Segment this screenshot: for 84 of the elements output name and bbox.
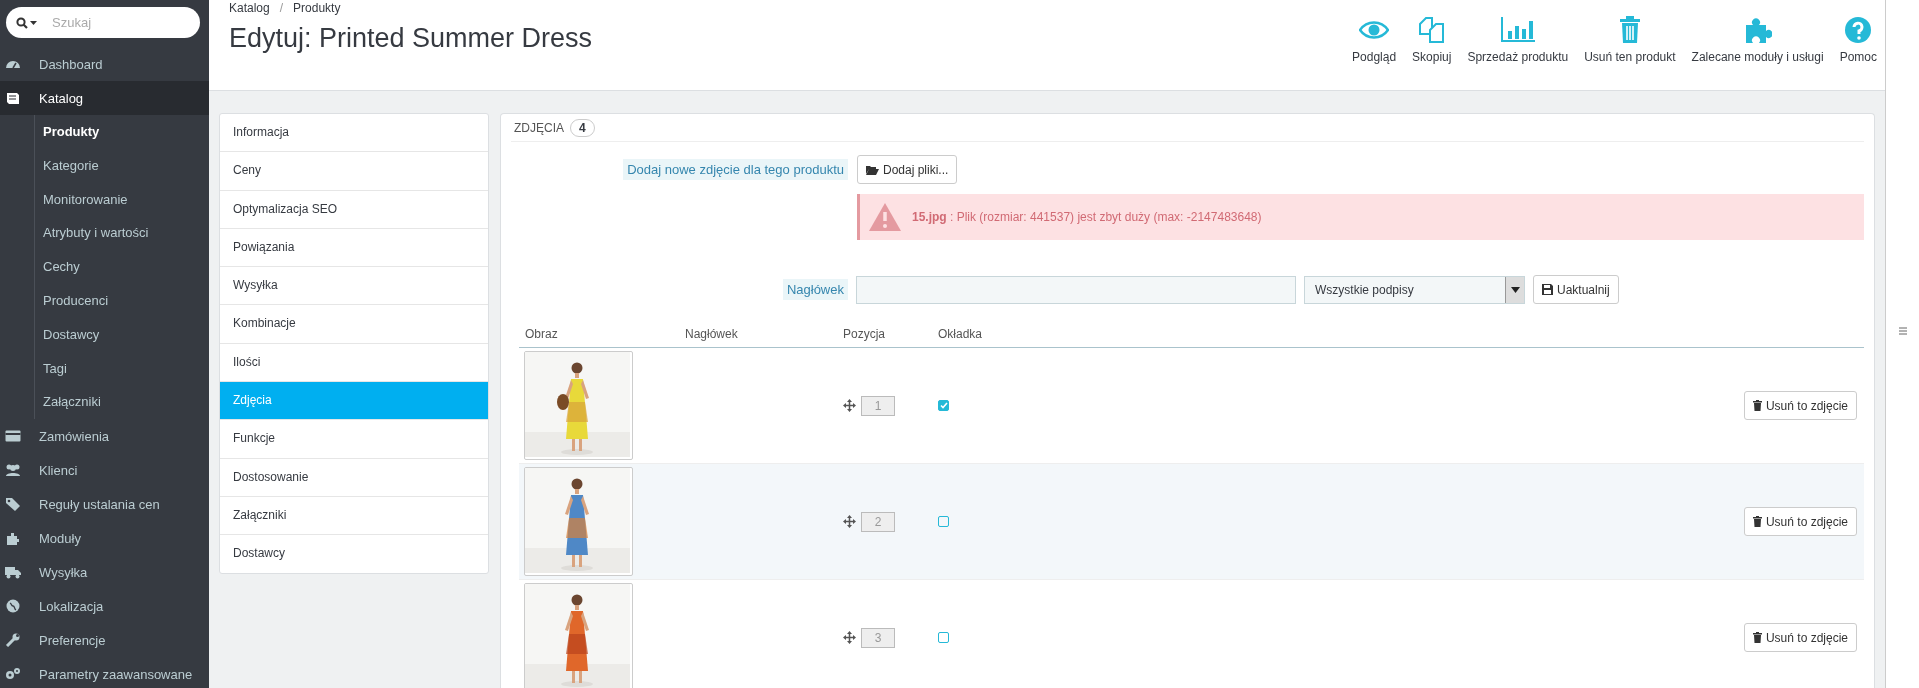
sidebar-subitem[interactable]: Producenci bbox=[35, 284, 209, 318]
tab[interactable]: Dostawcy bbox=[220, 535, 488, 573]
error-message: 15.jpg : Plik (rozmiar: 441537) jest zbyt duży (max: -2147483648) bbox=[912, 210, 1262, 224]
puzzle-icon bbox=[5, 531, 21, 546]
toolbar-button[interactable]: Skopiuj bbox=[1412, 16, 1452, 64]
sidebar-item[interactable]: Dashboard bbox=[0, 47, 209, 81]
sidebar-item[interactable]: Lokalizacja bbox=[0, 589, 209, 624]
trash-icon bbox=[1752, 400, 1762, 411]
tab[interactable]: Ceny bbox=[220, 152, 488, 191]
column-header: Obraz bbox=[524, 327, 559, 341]
search-icon[interactable] bbox=[16, 17, 38, 29]
users-icon bbox=[5, 463, 21, 478]
sidebar-subitem[interactable]: Monitorowanie bbox=[35, 182, 209, 217]
cover-checkbox[interactable] bbox=[938, 516, 949, 527]
tab[interactable]: Kombinacje bbox=[220, 305, 488, 344]
cover-checkbox[interactable] bbox=[938, 400, 949, 411]
caption-field[interactable] bbox=[856, 275, 1296, 304]
sidebar-item[interactable]: Preferencje bbox=[0, 623, 209, 658]
page-title: Edytuj: Printed Summer Dress bbox=[229, 23, 593, 54]
delete-image-button[interactable]: Usuń to zdjęcie bbox=[1743, 507, 1857, 536]
gears-icon bbox=[5, 667, 21, 682]
bar-chart-icon bbox=[1500, 16, 1535, 44]
tab[interactable]: Optymalizacja SEO bbox=[220, 190, 488, 229]
cover-checkbox[interactable] bbox=[938, 632, 949, 643]
tag-icon bbox=[5, 497, 21, 512]
upload-label: Dodaj nowe zdjęcie dla tego produktu bbox=[623, 159, 848, 180]
truck-icon bbox=[5, 565, 21, 580]
caption-select[interactable]: Wszystkie podpisy bbox=[1304, 275, 1525, 304]
update-button[interactable]: Uaktualnij bbox=[1533, 275, 1619, 304]
sidebar-subitem[interactable]: Kategorie bbox=[35, 148, 209, 183]
card-icon bbox=[5, 429, 21, 444]
column-header: Okładka bbox=[938, 327, 984, 341]
toolbar-button[interactable]: Sprzedaż produktu bbox=[1467, 16, 1569, 64]
trash-icon bbox=[1618, 16, 1641, 44]
tab[interactable]: Dostosowanie bbox=[220, 458, 488, 497]
sidebar-item[interactable]: Katalog bbox=[0, 81, 209, 115]
tab[interactable]: Załączniki bbox=[220, 496, 488, 536]
copy-icon bbox=[1417, 16, 1446, 44]
delete-image-button[interactable]: Usuń to zdjęcie bbox=[1743, 623, 1857, 652]
caption-label: Nagłówek bbox=[782, 279, 848, 300]
sidebar-subitem[interactable]: Cechy bbox=[35, 250, 209, 284]
sidebar-subitem[interactable]: Produkty bbox=[35, 115, 209, 149]
caret-icon bbox=[1510, 286, 1520, 293]
breadcrumb-link[interactable]: Produkty bbox=[293, 1, 341, 15]
help-icon bbox=[1844, 16, 1873, 44]
toolbar-button[interactable]: Pomoc bbox=[1839, 16, 1877, 64]
sidebar-item[interactable]: Reguły ustalania cen bbox=[0, 487, 209, 522]
toolbar-button[interactable]: Zalecane moduły i usługi bbox=[1691, 16, 1824, 64]
puzzle-icon bbox=[1743, 16, 1772, 44]
tab[interactable]: Funkcje bbox=[220, 420, 488, 459]
add-files-button[interactable]: Dodaj pliki... bbox=[857, 155, 958, 184]
folder-icon bbox=[866, 164, 879, 175]
save-icon bbox=[1542, 284, 1553, 295]
toolbar-button[interactable]: Usuń ten produkt bbox=[1584, 16, 1676, 64]
tab[interactable]: Powiązania bbox=[220, 228, 488, 268]
breadcrumb-separator: / bbox=[279, 1, 284, 15]
globe-icon bbox=[5, 599, 21, 614]
sidebar-subitem[interactable]: Dostawcy bbox=[35, 317, 209, 352]
panel-title: ZDJĘCIA bbox=[514, 120, 564, 135]
wrench-icon bbox=[5, 633, 21, 648]
sidebar-subitem[interactable]: Atrybuty i wartości bbox=[35, 216, 209, 251]
tab[interactable]: Informacja bbox=[220, 114, 488, 153]
column-header: Pozycja bbox=[843, 327, 887, 341]
delete-image-button[interactable]: Usuń to zdjęcie bbox=[1743, 391, 1857, 420]
sidebar-item[interactable]: Parametry zaawansowane bbox=[0, 657, 209, 688]
scroll-grip-icon bbox=[1898, 327, 1907, 335]
trash-icon bbox=[1752, 632, 1762, 643]
sidebar-item[interactable]: Moduły bbox=[0, 521, 209, 556]
column-header: Nagłówek bbox=[685, 327, 739, 341]
sidebar-item[interactable]: Zamówienia bbox=[0, 419, 209, 454]
warning-icon bbox=[868, 202, 902, 232]
sidebar-subitem[interactable]: Załączniki bbox=[35, 385, 209, 420]
trash-icon bbox=[1752, 516, 1762, 527]
tab[interactable]: Wysyłka bbox=[220, 267, 488, 306]
book-icon bbox=[5, 91, 21, 105]
move-icon[interactable] bbox=[843, 515, 856, 528]
sidebar-item[interactable]: Wysyłka bbox=[0, 555, 209, 590]
move-icon[interactable] bbox=[843, 631, 856, 644]
sidebar-subitem[interactable]: Tagi bbox=[35, 351, 209, 386]
move-icon[interactable] bbox=[843, 399, 856, 412]
search-field[interactable]: Szukaj bbox=[6, 7, 200, 38]
toolbar-button[interactable]: Podgląd bbox=[1352, 16, 1397, 64]
breadcrumb-link[interactable]: Katalog bbox=[229, 1, 270, 15]
sidebar-item[interactable]: Klienci bbox=[0, 453, 209, 488]
